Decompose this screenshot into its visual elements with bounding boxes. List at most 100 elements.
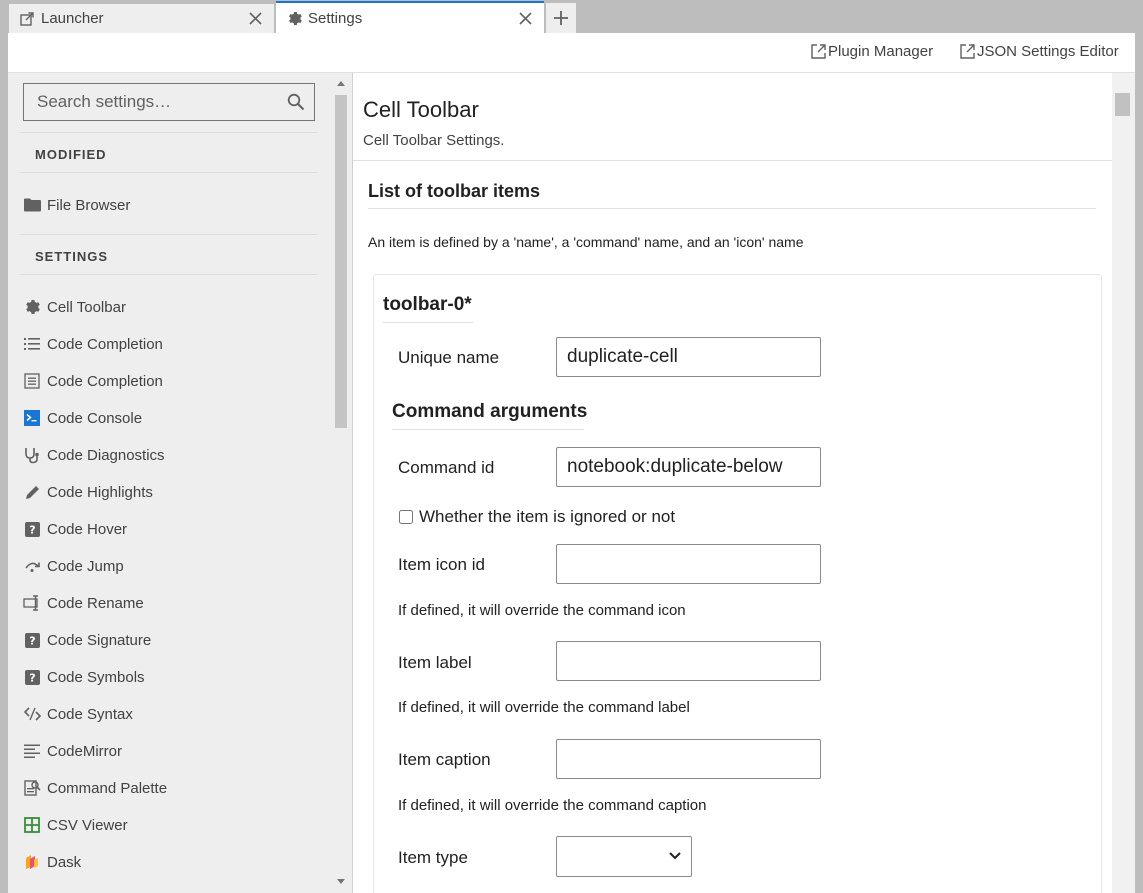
divider xyxy=(20,172,317,173)
gear-icon xyxy=(286,10,302,26)
sidebar-item-code-jump[interactable]: Code Jump xyxy=(20,551,320,581)
chevron-down-icon xyxy=(669,852,681,860)
sidebar-item-label: Code Symbols xyxy=(47,668,145,686)
settings-section-label: SETTINGS xyxy=(35,249,109,264)
search-icon[interactable] xyxy=(287,93,305,116)
page-description: Cell Toolbar Settings. xyxy=(363,132,505,149)
close-icon[interactable] xyxy=(516,9,534,27)
sidebar-item-label: Dask xyxy=(47,853,82,871)
sidebar-item-label: Code Completion xyxy=(47,335,163,353)
close-icon[interactable] xyxy=(246,10,264,28)
unique-name-field[interactable] xyxy=(556,337,821,377)
sidebar-item-label: Code Diagnostics xyxy=(47,446,165,464)
folder-icon xyxy=(22,196,42,214)
search-box xyxy=(23,83,315,121)
modified-section-label: MODIFIED xyxy=(35,147,107,162)
sidebar-item-label: Cell Toolbar xyxy=(47,298,126,316)
item-label-field[interactable] xyxy=(556,641,821,681)
scroll-up-icon[interactable] xyxy=(337,81,345,86)
sidebar-item-code-syntax[interactable]: Code Syntax xyxy=(20,699,320,729)
sidebar-item-code-completion[interactable]: Code Completion xyxy=(20,366,320,396)
ignored-checkbox-row[interactable]: Whether the item is ignored or not xyxy=(398,507,675,527)
sidebar-item-code-diagnostics[interactable]: Code Diagnostics xyxy=(20,440,320,470)
tab-launcher[interactable]: Launcher xyxy=(8,3,275,33)
divider xyxy=(20,274,317,275)
page-title: Cell Toolbar xyxy=(363,97,479,122)
sidebar-item-cell-toolbar[interactable]: Cell Toolbar xyxy=(20,292,320,322)
external-link-icon xyxy=(960,44,975,59)
item-label-label: Item label xyxy=(398,653,472,672)
svg-text:?: ? xyxy=(29,671,35,684)
editor-scrollbar-thumb[interactable] xyxy=(1115,93,1130,116)
help-icon: ? xyxy=(22,668,42,686)
syntax-icon xyxy=(22,705,42,723)
sidebar-item-code-highlights[interactable]: Code Highlights xyxy=(20,477,320,507)
sidebar-item-code-hover[interactable]: ? Code Hover xyxy=(20,514,320,544)
sidebar-item-code-symbols[interactable]: ? Code Symbols xyxy=(20,662,320,692)
item-icon-id-field[interactable] xyxy=(556,544,821,584)
sidebar-item-label: Code Hover xyxy=(47,520,128,538)
icon-hint: If defined, it will override the command… xyxy=(398,602,686,619)
settings-editor-pane: Cell Toolbar Cell Toolbar Settings. List… xyxy=(353,73,1135,893)
sidebar-item-label: Command Palette xyxy=(47,779,168,797)
json-settings-editor-link[interactable]: JSON Settings Editor xyxy=(959,43,1119,60)
rename-icon xyxy=(22,594,42,612)
tab-label: Settings xyxy=(308,9,363,27)
sidebar-item-code-signature[interactable]: ? Code Signature xyxy=(20,625,320,655)
list-heading: List of toolbar items xyxy=(368,181,541,201)
divider xyxy=(392,429,584,430)
sidebar-item-label: Code Completion xyxy=(47,372,163,390)
editor-scrollbar[interactable] xyxy=(1112,73,1135,893)
list-description: An item is defined by a 'name', a 'comma… xyxy=(368,234,804,250)
unique-name-label: Unique name xyxy=(398,348,500,367)
command-id-field[interactable] xyxy=(556,447,821,487)
text-lines-icon xyxy=(22,742,42,760)
sidebar-item-codemirror[interactable]: CodeMirror xyxy=(20,736,320,766)
sidebar-item-csv-viewer[interactable]: CSV Viewer xyxy=(20,810,320,840)
help-icon: ? xyxy=(22,520,42,538)
settings-sidebar: MODIFIED File Browser SETTINGS Cell Tool… xyxy=(8,73,353,893)
console-icon xyxy=(22,409,42,427)
item-type-select[interactable] xyxy=(556,836,692,877)
item-icon-id-label: Item icon id xyxy=(398,555,485,574)
tab-settings[interactable]: Settings xyxy=(276,1,544,33)
sidebar-item-label: File Browser xyxy=(47,196,131,214)
sidebar-item-dask[interactable]: Dask xyxy=(20,847,320,877)
command-id-label: Command id xyxy=(398,458,495,477)
gear-icon xyxy=(22,298,42,316)
external-link-icon xyxy=(811,44,826,59)
pencil-icon xyxy=(22,483,42,501)
stethoscope-icon xyxy=(22,446,42,464)
plugin-manager-link[interactable]: Plugin Manager xyxy=(810,43,933,60)
settings-toolbar: Plugin Manager JSON Settings Editor xyxy=(8,33,1135,73)
sidebar-item-label: CodeMirror xyxy=(47,742,123,760)
palette-icon xyxy=(22,779,42,797)
search-input[interactable] xyxy=(35,91,279,113)
item-type-label: Item type xyxy=(398,848,468,867)
divider xyxy=(383,322,473,323)
add-tab-button[interactable] xyxy=(546,3,576,33)
scroll-down-icon[interactable] xyxy=(337,879,345,884)
item-title: toolbar-0* xyxy=(383,294,472,315)
document-list-icon xyxy=(22,372,42,390)
caption-hint: If defined, it will override the command… xyxy=(398,797,707,814)
item-caption-field[interactable] xyxy=(556,739,821,779)
sidebar-item-label: Code Syntax xyxy=(47,705,133,723)
dask-icon xyxy=(22,853,42,871)
sidebar-item-command-palette[interactable]: Command Palette xyxy=(20,773,320,803)
sidebar-item-label: Code Highlights xyxy=(47,483,153,501)
sidebar-item-label: Code Jump xyxy=(47,557,124,575)
sidebar-item-code-rename[interactable]: Code Rename xyxy=(20,588,320,618)
jump-icon xyxy=(22,557,42,575)
sidebar-item-file-browser[interactable]: File Browser xyxy=(20,190,320,220)
divider xyxy=(20,234,317,235)
sidebar-item-code-completion[interactable]: Code Completion xyxy=(20,329,320,359)
divider xyxy=(368,208,1096,209)
sidebar-scrollbar-thumb[interactable] xyxy=(335,95,347,428)
json-settings-editor-label: JSON Settings Editor xyxy=(977,43,1119,60)
label-hint: If defined, it will override the command… xyxy=(398,699,690,716)
tab-label: Launcher xyxy=(41,10,104,27)
ignored-checkbox[interactable] xyxy=(399,510,413,524)
sidebar-item-code-console[interactable]: Code Console xyxy=(20,403,320,433)
svg-text:?: ? xyxy=(29,634,35,647)
